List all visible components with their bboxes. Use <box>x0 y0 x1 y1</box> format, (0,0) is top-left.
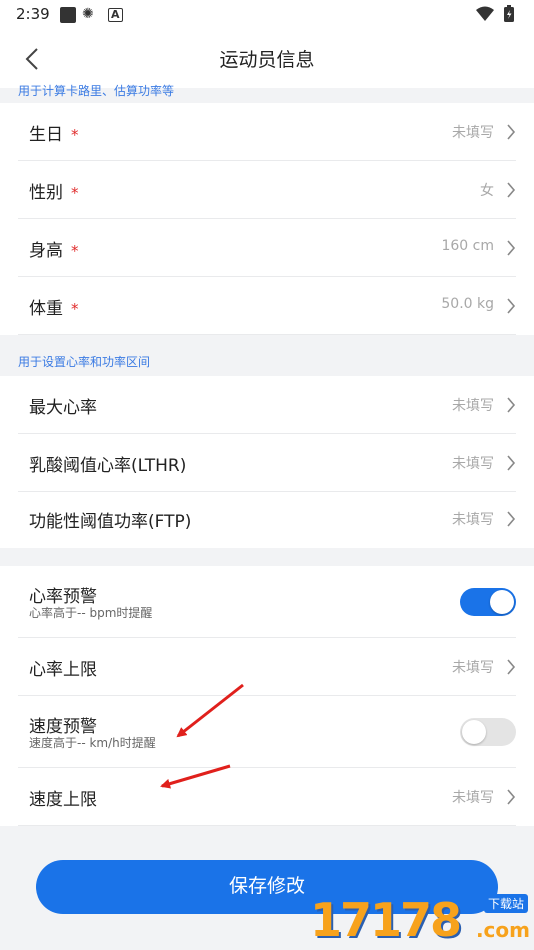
row-label: 体重 * <box>29 299 79 319</box>
weight-value: 50.0 kg <box>441 296 494 312</box>
toggle-knob <box>462 720 486 744</box>
notification-app-icon <box>60 7 76 23</box>
birthday-row[interactable]: 生日 * 未填写 <box>18 103 516 161</box>
required-mark: * <box>71 300 79 318</box>
lthr-row[interactable]: 乳酸阈值心率(LTHR) 未填写 <box>18 434 516 492</box>
heart-rate-alert-toggle[interactable] <box>460 588 516 616</box>
navigation-bar: 运动员信息 <box>0 30 534 88</box>
chevron-right-icon <box>507 659 516 675</box>
gender-value: 女 <box>480 183 494 199</box>
watermark-number: 17178 <box>310 893 462 947</box>
alerts-card: 心率预警 心率高于-- bpm时提醒 心率上限 未填写 速度预警 速度高于-- … <box>0 566 534 826</box>
watermark-domain: .com <box>475 918 530 942</box>
watermark-logo: 17178 下载站 .com <box>310 892 534 950</box>
ftp-row[interactable]: 功能性阈值功率(FTP) 未填写 <box>18 490 516 548</box>
required-mark: * <box>71 242 79 260</box>
chevron-right-icon <box>507 789 516 805</box>
row-label: 功能性阈值功率(FTP) <box>29 512 192 532</box>
page-title: 运动员信息 <box>219 49 315 71</box>
row-label: 性别 * <box>29 183 79 203</box>
row-label: 身高 * <box>29 241 79 261</box>
section-note-zones: 用于设置心率和功率区间 <box>18 355 151 369</box>
required-mark: * <box>71 184 79 202</box>
birthday-value: 未填写 <box>452 125 494 141</box>
chevron-right-icon <box>507 182 516 198</box>
watermark-sub: 下载站 <box>483 894 528 913</box>
required-mark: * <box>71 126 79 144</box>
lthr-value: 未填写 <box>452 456 494 472</box>
chevron-right-icon <box>507 455 516 471</box>
row-label: 速度上限 <box>29 790 97 810</box>
speed-alert-toggle[interactable] <box>460 718 516 746</box>
status-bar: 2:39 ✺ A <box>0 0 534 30</box>
ftp-value: 未填写 <box>452 512 494 528</box>
max-heart-rate-row[interactable]: 最大心率 未填写 <box>18 376 516 434</box>
chevron-right-icon <box>507 511 516 527</box>
toggle-knob <box>490 590 514 614</box>
row-label: 生日 * <box>29 125 79 145</box>
height-value: 160 cm <box>441 238 494 254</box>
status-time: 2:39 <box>16 5 50 23</box>
row-label: 最大心率 <box>29 398 97 418</box>
speed-limit-value: 未填写 <box>452 790 494 806</box>
chevron-right-icon <box>507 240 516 256</box>
speed-alert-hint: 速度高于-- km/h时提醒 <box>29 736 156 750</box>
font-a-icon: A <box>108 8 123 22</box>
height-row[interactable]: 身高 * 160 cm <box>18 219 516 277</box>
weight-row[interactable]: 体重 * 50.0 kg <box>18 277 516 335</box>
chevron-right-icon <box>507 124 516 140</box>
heart-rate-limit-value: 未填写 <box>452 660 494 676</box>
chevron-right-icon <box>507 397 516 413</box>
status-icons <box>474 5 518 27</box>
heart-rate-alert-row: 心率预警 心率高于-- bpm时提醒 <box>18 566 516 638</box>
wifi-battery-icon <box>476 5 514 22</box>
chevron-right-icon <box>507 298 516 314</box>
gender-row[interactable]: 性别 * 女 <box>18 161 516 219</box>
section-note-calories: 用于计算卡路里、估算功率等 <box>18 84 175 98</box>
heart-rate-alert-hint: 心率高于-- bpm时提醒 <box>29 606 153 620</box>
speed-alert-row: 速度预警 速度高于-- km/h时提醒 <box>18 696 516 768</box>
heart-rate-limit-row[interactable]: 心率上限 未填写 <box>18 638 516 696</box>
max-heart-rate-value: 未填写 <box>452 398 494 414</box>
aperture-icon: ✺ <box>82 6 94 22</box>
zones-card: 最大心率 未填写 乳酸阈值心率(LTHR) 未填写 功能性阈值功率(FTP) 未… <box>0 376 534 548</box>
speed-limit-row[interactable]: 速度上限 未填写 <box>18 768 516 826</box>
basic-info-card: 生日 * 未填写 性别 * 女 身高 * 160 cm 体重 * 50.0 kg <box>0 103 534 335</box>
row-label: 心率上限 <box>29 660 97 680</box>
row-label: 乳酸阈值心率(LTHR) <box>29 456 187 476</box>
